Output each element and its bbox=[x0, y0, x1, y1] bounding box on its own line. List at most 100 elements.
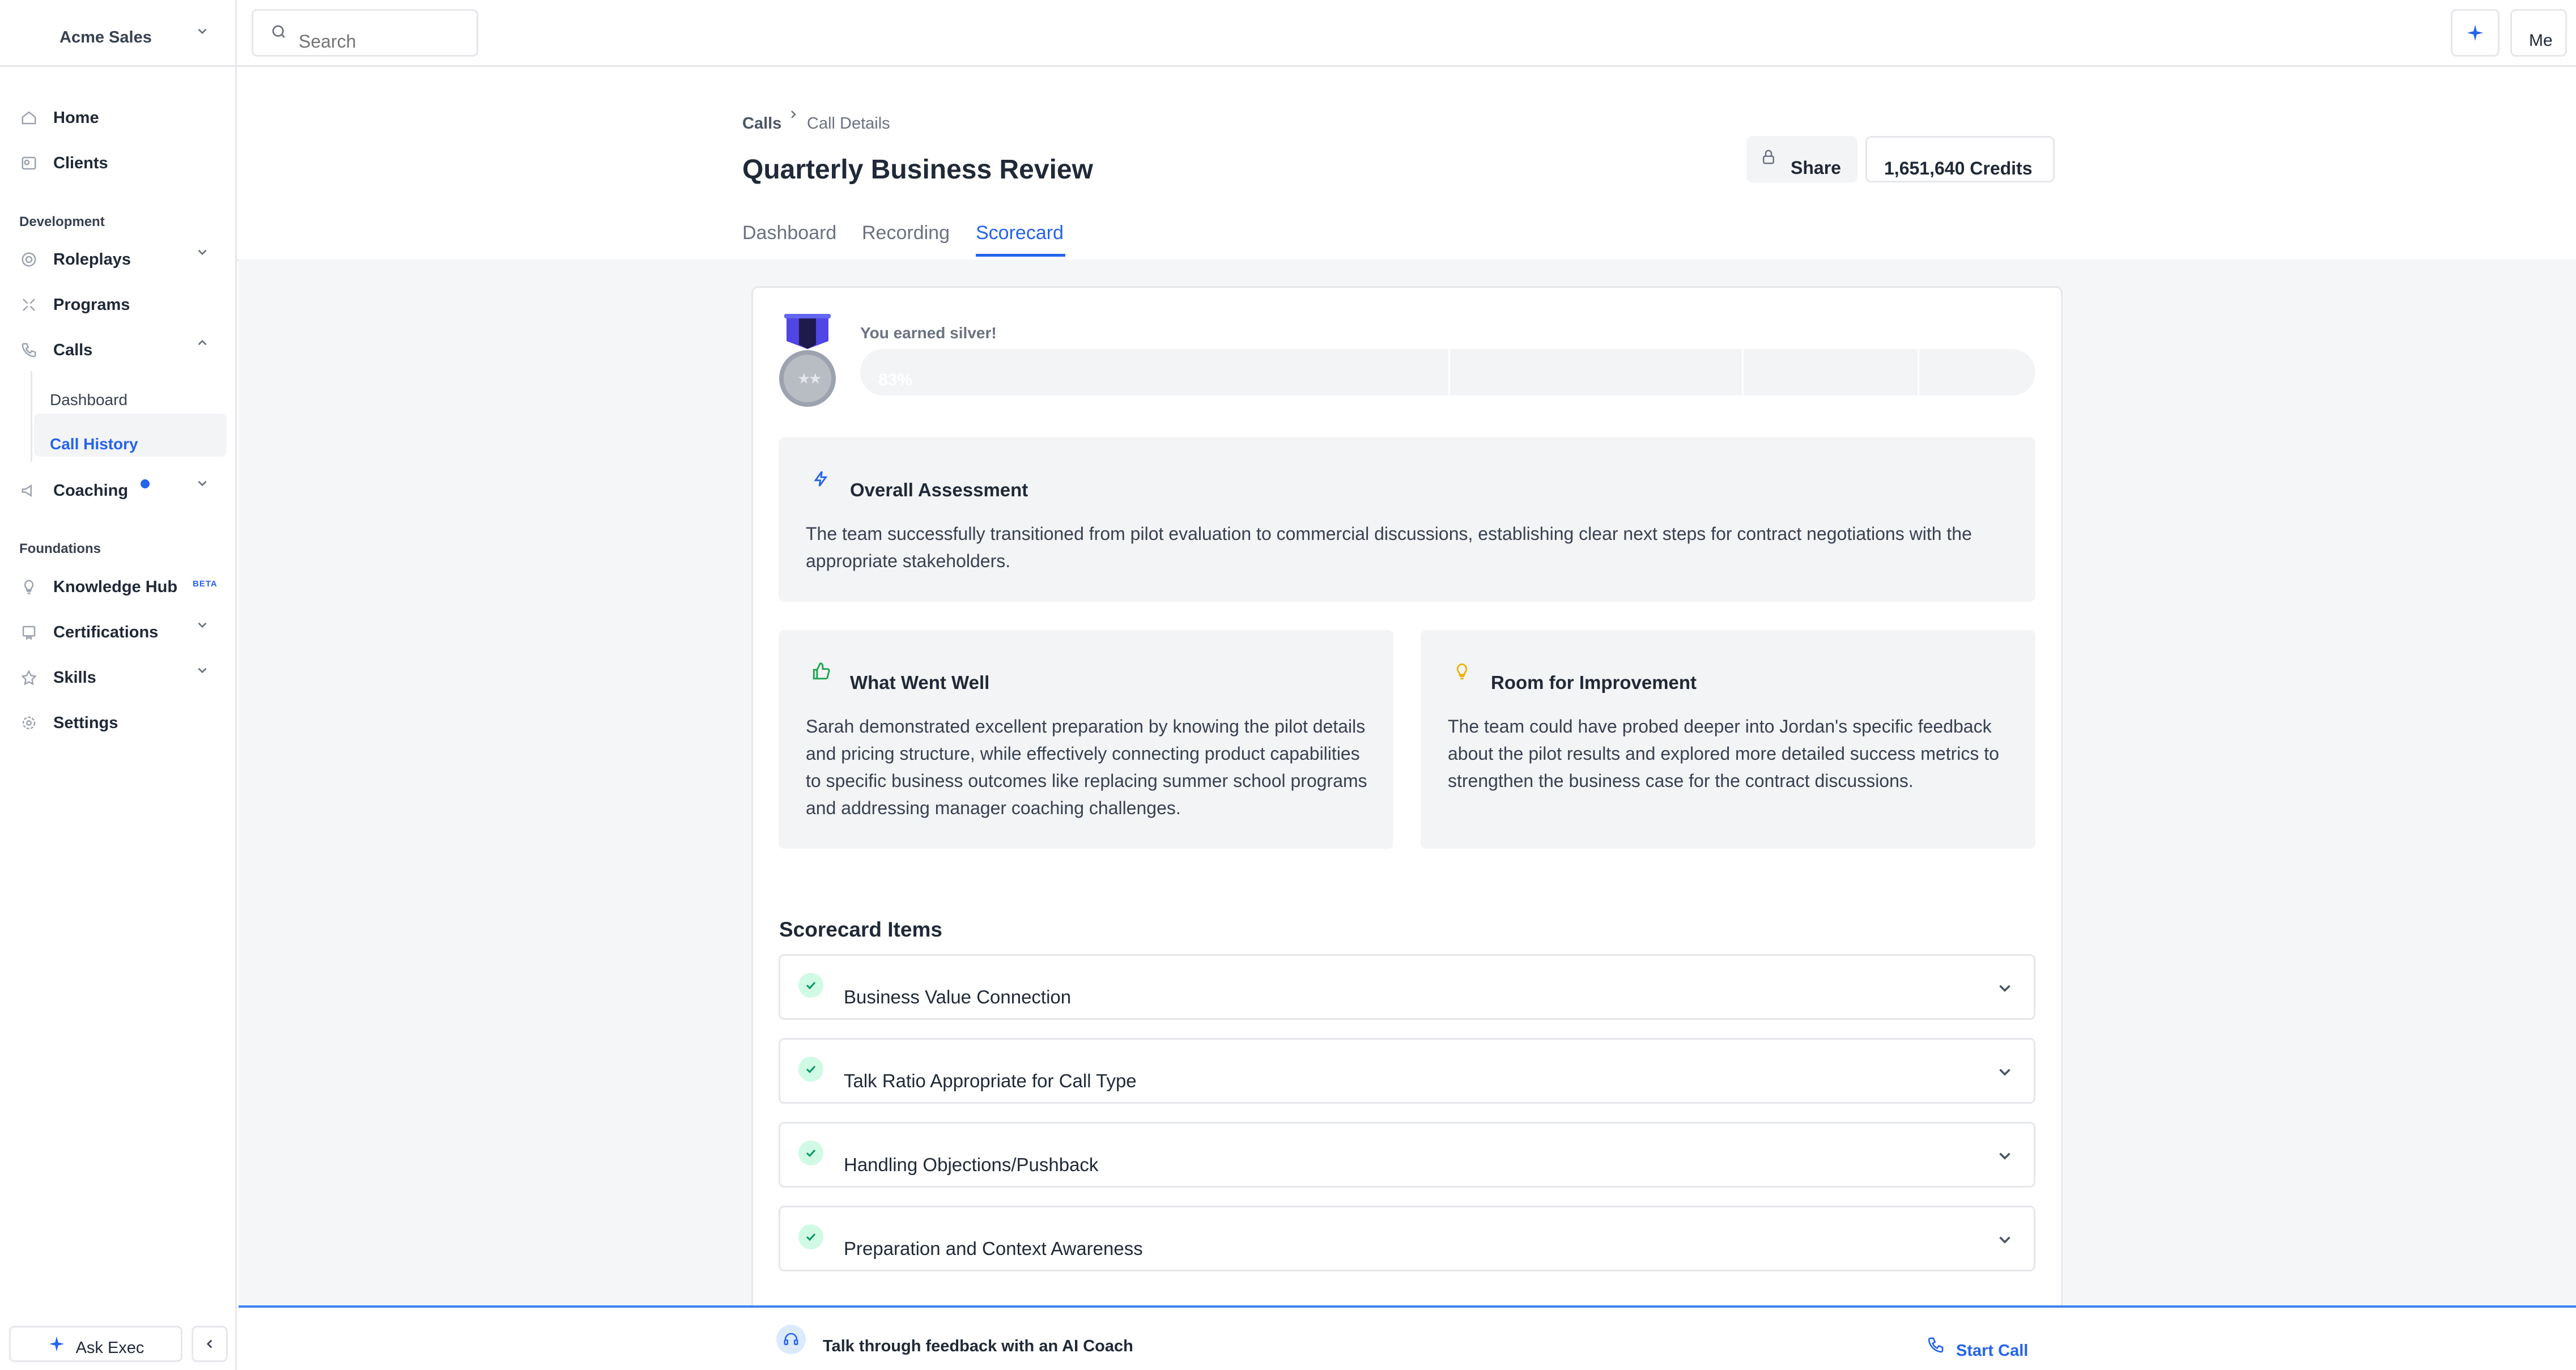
what-went-well-title: What Went Well bbox=[850, 672, 990, 693]
star-icon bbox=[19, 668, 39, 687]
breadcrumb-calls[interactable]: Calls bbox=[742, 114, 781, 133]
scorecard-item[interactable]: Preparation and Context Awareness bbox=[779, 1206, 2035, 1271]
progress-threshold-marker bbox=[1918, 349, 1919, 395]
top-bar bbox=[237, 0, 2576, 67]
sidebar-item-skills[interactable]: Skills bbox=[19, 661, 96, 695]
chevron-down-icon bbox=[1999, 985, 2010, 992]
overall-assessment-text: The team successfully transitioned from … bbox=[806, 524, 1972, 571]
workspace-switcher[interactable]: Acme Sales bbox=[0, 0, 237, 67]
overall-assessment-panel: Overall Assessment The team successfully… bbox=[779, 437, 2035, 602]
workspace-name: Acme Sales bbox=[59, 28, 152, 46]
scorecard-item-label: Talk Ratio Appropriate for Call Type bbox=[844, 1070, 1137, 1091]
breadcrumb-current: Call Details bbox=[807, 114, 890, 133]
ask-exec-button[interactable]: Ask Exec bbox=[9, 1326, 182, 1362]
sidebar-item-label: Skills bbox=[53, 668, 96, 687]
chevron-down-icon bbox=[1999, 1236, 2010, 1244]
svg-text:★: ★ bbox=[809, 371, 822, 388]
page-header bbox=[237, 67, 2560, 261]
score-percent: 83% bbox=[878, 371, 913, 389]
sidebar-item-label: Programs bbox=[53, 295, 130, 314]
lock-icon bbox=[1763, 150, 1774, 164]
credits-badge[interactable]: 1,651,640 Credits bbox=[1865, 136, 2055, 182]
section-heading-development: Development bbox=[19, 214, 105, 229]
silver-medal-icon: ★ ★ bbox=[779, 314, 836, 407]
check-icon bbox=[798, 1224, 823, 1249]
clients-icon bbox=[19, 154, 39, 173]
tab-scorecard[interactable]: Scorecard bbox=[976, 222, 1064, 244]
sidebar-subitem-dashboard[interactable]: Dashboard bbox=[50, 391, 127, 409]
sidebar-item-knowledge-hub[interactable]: Knowledge Hub bbox=[19, 570, 177, 604]
target-icon bbox=[19, 250, 39, 269]
share-label: Share bbox=[1791, 158, 1841, 178]
tab-recording[interactable]: Recording bbox=[862, 222, 950, 244]
earned-medal-text: You earned silver! bbox=[860, 324, 997, 342]
sidebar-item-label: Certifications bbox=[53, 623, 159, 641]
what-went-well-panel: What Went Well Sarah demonstrated excell… bbox=[779, 630, 1393, 849]
page-title: Quarterly Business Review bbox=[742, 155, 1093, 185]
sidebar-item-home[interactable]: Home bbox=[19, 101, 99, 135]
scorecard-items-title: Scorecard Items bbox=[779, 918, 942, 941]
chevron-down-icon[interactable] bbox=[195, 245, 210, 259]
scorecard-item-label: Handling Objections/Pushback bbox=[844, 1154, 1099, 1175]
search-input[interactable] bbox=[299, 31, 457, 52]
programs-icon bbox=[19, 295, 39, 314]
room-for-improvement-title: Room for Improvement bbox=[1491, 672, 1697, 693]
sidebar: Acme Sales Home Clients Development Role… bbox=[0, 0, 237, 1370]
lightbulb-icon bbox=[1456, 663, 1468, 680]
sidebar-item-clients[interactable]: Clients bbox=[19, 146, 108, 180]
sidebar-item-programs[interactable]: Programs bbox=[19, 288, 130, 322]
sidebar-item-settings[interactable]: Settings bbox=[19, 706, 118, 740]
collapse-sidebar-button[interactable] bbox=[192, 1326, 228, 1362]
share-button[interactable]: Share bbox=[1746, 136, 1857, 182]
megaphone-icon bbox=[19, 481, 39, 500]
progress-threshold-marker bbox=[1742, 349, 1744, 395]
chevron-down-icon[interactable] bbox=[195, 663, 210, 678]
sidebar-item-coaching[interactable]: Coaching bbox=[19, 474, 128, 508]
chevron-down-icon bbox=[1999, 1152, 2010, 1160]
beta-badge: BETA bbox=[193, 579, 218, 589]
subnav-divider bbox=[31, 371, 32, 462]
sidebar-item-roleplays[interactable]: Roleplays bbox=[19, 242, 131, 276]
lightbulb-icon bbox=[19, 577, 39, 597]
check-icon bbox=[798, 1141, 823, 1165]
chevron-right-icon bbox=[791, 110, 796, 118]
chevron-down-icon[interactable] bbox=[195, 476, 210, 491]
phone-icon bbox=[1928, 1337, 1944, 1352]
sidebar-item-label: Knowledge Hub bbox=[53, 577, 178, 596]
notification-dot bbox=[141, 479, 150, 488]
lightning-icon bbox=[814, 471, 828, 487]
chevron-down-icon bbox=[198, 28, 207, 35]
scorecard-item-label: Business Value Connection bbox=[844, 986, 1072, 1007]
chevron-left-icon bbox=[206, 1339, 212, 1348]
gear-icon bbox=[19, 713, 39, 733]
tab-dashboard[interactable]: Dashboard bbox=[742, 222, 836, 244]
score-progress-bar: 83% bbox=[860, 349, 2035, 395]
active-tab-indicator bbox=[976, 254, 1065, 257]
credits-label: 1,651,640 Credits bbox=[1884, 158, 2033, 178]
sidebar-item-label: Clients bbox=[53, 154, 108, 172]
check-icon bbox=[798, 973, 823, 998]
search-box[interactable] bbox=[252, 9, 478, 57]
sparkle-action-button[interactable] bbox=[2451, 9, 2500, 57]
check-icon bbox=[798, 1057, 823, 1082]
scorecard-item[interactable]: Business Value Connection bbox=[779, 954, 2035, 1020]
sidebar-item-certifications[interactable]: Certifications bbox=[19, 615, 158, 649]
room-for-improvement-panel: Room for Improvement The team could have… bbox=[1421, 630, 2035, 849]
start-call-label: Start Call bbox=[1956, 1342, 2029, 1360]
sidebar-item-label: Coaching bbox=[53, 481, 129, 500]
start-call-button[interactable]: Start Call bbox=[1927, 1329, 2028, 1360]
scorecard-item[interactable]: Talk Ratio Appropriate for Call Type bbox=[779, 1038, 2035, 1104]
sidebar-item-label: Home bbox=[53, 108, 99, 127]
room-for-improvement-text: The team could have probed deeper into J… bbox=[1448, 716, 1999, 791]
certificate-icon bbox=[19, 623, 39, 642]
sidebar-item-calls[interactable]: Calls bbox=[19, 333, 92, 367]
chevron-down-icon[interactable] bbox=[195, 618, 210, 632]
chevron-up-icon[interactable] bbox=[195, 335, 210, 350]
section-heading-foundations: Foundations bbox=[19, 541, 101, 556]
search-icon bbox=[272, 25, 285, 38]
sidebar-subitem-call-history[interactable]: Call History bbox=[50, 435, 138, 453]
scorecard-item[interactable]: Handling Objections/Pushback bbox=[779, 1122, 2035, 1188]
user-menu-button[interactable]: Me bbox=[2510, 9, 2567, 57]
sparkle-icon bbox=[2467, 24, 2484, 41]
home-icon bbox=[19, 108, 39, 127]
